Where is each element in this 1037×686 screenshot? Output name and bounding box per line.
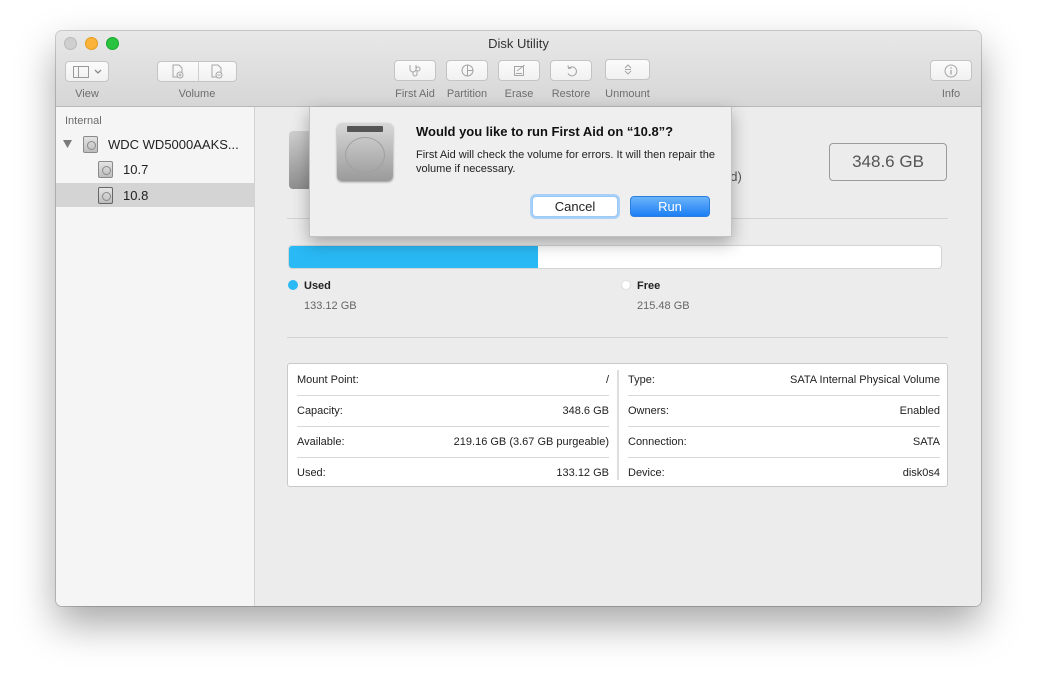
divider [287, 337, 948, 338]
restore-icon [565, 64, 578, 77]
segment-divider [198, 62, 199, 81]
remove-volume-button[interactable] [197, 64, 236, 79]
hard-disk-icon [337, 123, 393, 181]
info-label: Capacity: [297, 405, 343, 417]
pie-chart-icon [461, 64, 474, 77]
info-label: Connection: [628, 436, 687, 448]
info-label: Mount Point: [297, 374, 359, 386]
sidebar-toggle-icon [72, 65, 89, 78]
info-row-device: Device: disk0s4 [628, 458, 940, 488]
info-value: / [605, 374, 609, 386]
legend-free-label: Free [637, 280, 661, 292]
remove-volume-icon [210, 64, 224, 79]
legend-used-value: 133.12 GB [304, 300, 357, 312]
add-volume-button[interactable] [158, 64, 197, 79]
unmount-button[interactable] [605, 59, 650, 80]
info-value: 348.6 GB [562, 405, 609, 417]
volume-label: Volume [178, 88, 216, 100]
restore-button[interactable] [550, 60, 592, 81]
erase-icon [513, 64, 526, 77]
volume-name: 10.8 [123, 187, 149, 203]
info-label: Info [941, 88, 961, 100]
first-aid-label: First Aid [395, 88, 435, 100]
capacity-badge: 348.6 GB [829, 143, 947, 181]
info-column-right: Type: SATA Internal Physical Volume Owner… [619, 364, 949, 486]
info-row-connection: Connection: SATA [628, 427, 940, 458]
info-row-type: Type: SATA Internal Physical Volume [628, 365, 940, 396]
info-label: Owners: [628, 405, 669, 417]
volume-icon [98, 186, 113, 204]
sidebar-item-disk[interactable]: WDC WD5000AAKS... [56, 132, 254, 156]
info-column-left: Mount Point: / Capacity: 348.6 GB Availabl… [288, 364, 618, 486]
info-value: Enabled [899, 405, 940, 417]
first-aid-button[interactable] [394, 60, 436, 81]
erase-label: Erase [504, 88, 534, 100]
info-button[interactable] [930, 60, 972, 81]
sidebar-item-volume-10-8[interactable]: 10.8 [56, 183, 254, 207]
volume-segmented-control [157, 61, 237, 82]
info-icon [944, 64, 958, 78]
volume-icon [98, 160, 113, 178]
info-row-owners: Owners: Enabled [628, 396, 940, 427]
add-volume-icon [171, 64, 185, 79]
volume-info-table: Mount Point: / Capacity: 348.6 GB Availabl… [287, 363, 948, 487]
info-row-used: Used: 133.12 GB [297, 458, 609, 488]
legend-used: Used 133.12 GB [288, 280, 357, 312]
unmount-label: Unmount [605, 88, 650, 100]
info-value: disk0s4 [902, 467, 940, 479]
info-label: Available: [297, 436, 345, 448]
legend-used-label: Used [304, 280, 331, 292]
free-color-dot [621, 280, 631, 290]
disk-name: WDC WD5000AAKS... [108, 136, 239, 152]
used-color-dot [288, 280, 298, 290]
disk-utility-window: Disk Utility View Volume First Aid Parti… [56, 31, 981, 606]
first-aid-dialog: Would you like to run First Aid on “10.8… [309, 107, 732, 237]
run-button[interactable]: Run [630, 196, 710, 217]
window-title: Disk Utility [488, 36, 549, 51]
info-row-available: Available: 219.16 GB (3.67 GB purgeable) [297, 427, 609, 458]
partition-label: Partition [446, 88, 488, 100]
info-value: SATA Internal Physical Volume [790, 374, 940, 386]
toolbar: Disk Utility View Volume First Aid Parti… [56, 31, 981, 107]
info-value: 219.16 GB (3.67 GB purgeable) [453, 436, 609, 448]
sidebar: Internal WDC WD5000AAKS... 10.7 10.8 [56, 107, 255, 606]
usage-bar [288, 245, 942, 269]
dialog-message: First Aid will check the volume for erro… [416, 149, 715, 175]
info-row-capacity: Capacity: 348.6 GB [297, 396, 609, 427]
info-row-mount-point: Mount Point: / [297, 365, 609, 396]
disclosure-triangle-icon[interactable] [63, 140, 72, 148]
usage-bar-used [289, 246, 539, 268]
view-label: View [75, 88, 99, 100]
hard-disk-icon [83, 135, 98, 153]
chevron-down-icon [94, 69, 102, 75]
partition-button[interactable] [446, 60, 488, 81]
erase-button[interactable] [498, 60, 540, 81]
info-value: SATA [912, 436, 940, 448]
info-label: Type: [628, 374, 655, 386]
info-label: Used: [297, 467, 326, 479]
sidebar-section-internal: Internal [65, 115, 102, 127]
legend-free-value: 215.48 GB [637, 300, 690, 312]
unmount-icon [623, 63, 633, 76]
legend-free: Free 215.48 GB [621, 280, 690, 312]
info-value: 133.12 GB [556, 467, 609, 479]
sidebar-item-volume-10-7[interactable]: 10.7 [56, 157, 254, 181]
volume-name: 10.7 [123, 161, 149, 177]
info-label: Device: [628, 467, 665, 479]
dialog-title: Would you like to run First Aid on “10.8… [416, 124, 674, 139]
stethoscope-icon [408, 64, 422, 77]
view-button[interactable] [65, 61, 109, 82]
cancel-button[interactable]: Cancel [532, 196, 618, 217]
restore-label: Restore [551, 88, 591, 100]
